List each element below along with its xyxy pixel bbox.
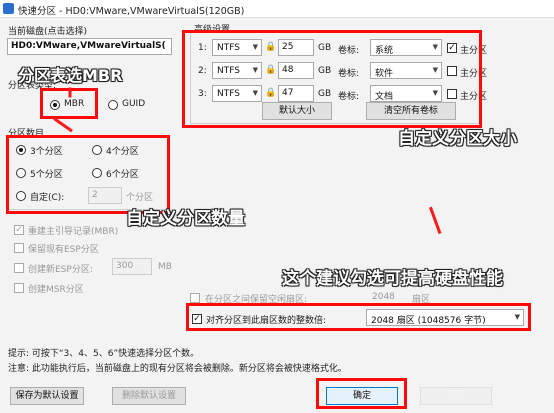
current-disk-field[interactable]: HD0:VMware,VMwareVirtualS( [7,38,172,55]
cancel-button[interactable]: 取消 [420,387,492,405]
guid-radio[interactable] [108,100,118,110]
align-highlight-box [186,303,531,331]
esp-size-input[interactable]: 300 [112,258,152,275]
create-esp-checkbox[interactable] [14,263,24,273]
save-default-button[interactable]: 保存为默认设置 [10,387,84,405]
annotation-size: 自定义分区大小 [398,129,517,149]
esp-size-unit: MB [158,262,172,272]
keep-sectors-checkbox[interactable] [190,293,200,303]
annotation-count: 自定义分区数量 [126,209,245,229]
title-bar: 快速分区 - HD0:VMware,VMwareVirtualS(120GB) [0,0,554,18]
keep-esp-label: 保留现有ESP分区 [28,245,99,255]
check-icon: ✓ [15,225,23,235]
current-disk-label: 当前磁盘(点击选择) [8,27,88,37]
keep-esp-checkbox[interactable] [14,243,24,253]
tip-text: 提示: 可按下“3、4、5、6”快速选择分区个数。 [8,349,200,359]
create-esp-label: 创建新ESP分区: [28,265,93,275]
rebuild-mbr-checkbox[interactable]: ✓ [14,225,24,235]
size-highlight-box [182,30,482,128]
count-highlight-box [6,135,170,214]
window-title: 快速分区 - HD0:VMware,VMwareVirtualS(120GB) [18,6,245,17]
delete-default-button[interactable]: 删除默认设置 [112,387,186,405]
app-icon [3,3,14,14]
annotation-mbr: 分区表选MBR [18,66,123,85]
annotation-align: 这个建议勾选可提高硬盘性能 [282,269,503,289]
guid-radio-label: GUID [122,99,146,109]
create-msr-checkbox[interactable] [14,283,24,293]
ok-highlight-box [316,378,407,409]
warning-text: 注意: 此功能执行后，当前磁盘上的现有分区将会被删除。新分区将会被快速格式化。 [8,364,347,374]
rebuild-mbr-label: 重建主引导记录(MBR) [28,227,119,237]
mbr-arrow [68,87,72,98]
create-msr-label: 创建MSR分区 [28,285,84,295]
keep-sectors-value: 2048 [372,292,395,302]
